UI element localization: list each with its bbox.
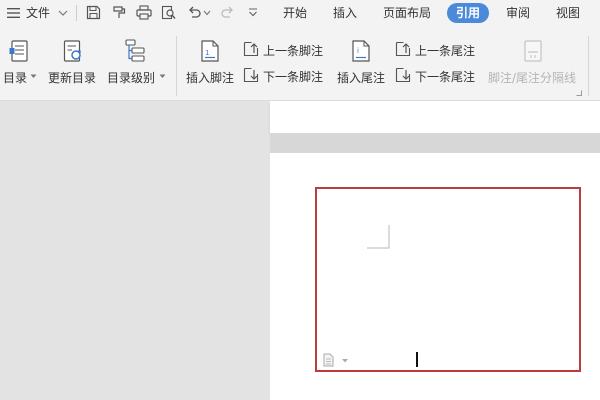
- next-endnote-icon: [395, 67, 411, 83]
- next-endnote-label: 下一条尾注: [415, 70, 476, 84]
- chevron-down-icon: [30, 74, 37, 78]
- menu-bar: 文件 开始 插入 页面布局 引用 审阅 视图: [0, 0, 600, 26]
- tab-insert[interactable]: 插入: [333, 0, 357, 26]
- toc-level-icon: [125, 39, 145, 62]
- insert-endnote-icon: i: [352, 40, 370, 62]
- chevron-down-icon[interactable]: [203, 10, 211, 16]
- save-icon[interactable]: [86, 5, 101, 20]
- margin-corner-mark: [367, 225, 390, 249]
- tab-review[interactable]: 审阅: [506, 0, 530, 26]
- insert-footnote-icon: 1: [201, 40, 219, 62]
- ribbon-separator: [588, 36, 589, 96]
- separator-icon: [524, 40, 542, 62]
- tab-references[interactable]: 引用: [447, 3, 490, 23]
- svg-text:i: i: [357, 47, 359, 55]
- separator-line-button[interactable]: 脚注/尾注分隔线: [486, 26, 582, 96]
- chevron-down-icon: [159, 74, 166, 78]
- separator-line-label: 脚注/尾注分隔线: [488, 71, 577, 85]
- prev-footnote-icon: [243, 41, 259, 57]
- paste-options-icon[interactable]: [323, 353, 351, 367]
- divider: [76, 5, 77, 21]
- toc-button[interactable]: 目录: [0, 26, 40, 96]
- prev-endnote-label: 上一条尾注: [415, 44, 476, 58]
- dialog-launcher-icon[interactable]: [576, 90, 582, 96]
- next-endnote-button[interactable]: 下一条尾注: [395, 66, 483, 86]
- next-footnote-icon: [243, 67, 259, 83]
- tab-home[interactable]: 开始: [283, 0, 307, 26]
- print-preview-icon[interactable]: [161, 5, 177, 20]
- page-gap: [270, 133, 600, 153]
- prev-endnote-icon: [395, 41, 411, 57]
- svg-text:1: 1: [205, 49, 209, 57]
- insert-footnote-button[interactable]: 1 插入脚注: [183, 26, 237, 96]
- insert-endnote-button[interactable]: i 插入尾注: [334, 26, 388, 96]
- prev-endnote-button[interactable]: 上一条尾注: [395, 40, 483, 60]
- update-toc-button[interactable]: 更新目录: [46, 26, 98, 96]
- prev-footnote-label: 上一条脚注: [263, 44, 324, 58]
- update-toc-icon: [63, 40, 81, 62]
- toc-level-button[interactable]: 目录级别: [104, 26, 168, 96]
- toc-label: 目录: [3, 71, 28, 85]
- insert-endnote-label: 插入尾注: [337, 71, 386, 85]
- undo-icon[interactable]: [187, 5, 202, 20]
- hamburger-icon[interactable]: [7, 7, 20, 19]
- redo-icon[interactable]: [220, 5, 235, 20]
- toc-icon: [9, 40, 28, 62]
- highlighted-region: [315, 187, 581, 372]
- ribbon-toolbar: 目录 更新目录 目录级别 1 插入脚注 上一条脚注 下一条脚注 i 插入尾注 上…: [0, 26, 600, 101]
- text-cursor: [416, 352, 418, 367]
- prev-footnote-button[interactable]: 上一条脚注: [243, 40, 331, 60]
- next-footnote-label: 下一条脚注: [263, 70, 324, 84]
- ribbon-separator: [176, 36, 177, 96]
- update-toc-label: 更新目录: [48, 71, 97, 85]
- more-icon[interactable]: [248, 8, 258, 18]
- previous-page[interactable]: [270, 101, 600, 133]
- print-icon[interactable]: [136, 5, 152, 20]
- tab-view[interactable]: 视图: [556, 0, 580, 26]
- chevron-down-icon[interactable]: [58, 9, 68, 17]
- next-footnote-button[interactable]: 下一条脚注: [243, 66, 331, 86]
- tab-page-layout[interactable]: 页面布局: [383, 0, 431, 26]
- file-menu[interactable]: 文件: [26, 0, 50, 26]
- current-page[interactable]: [270, 153, 600, 400]
- toc-level-label: 目录级别: [107, 71, 156, 85]
- insert-footnote-label: 插入脚注: [186, 71, 235, 85]
- document-area: [0, 101, 600, 400]
- format-painter-icon[interactable]: [112, 5, 127, 20]
